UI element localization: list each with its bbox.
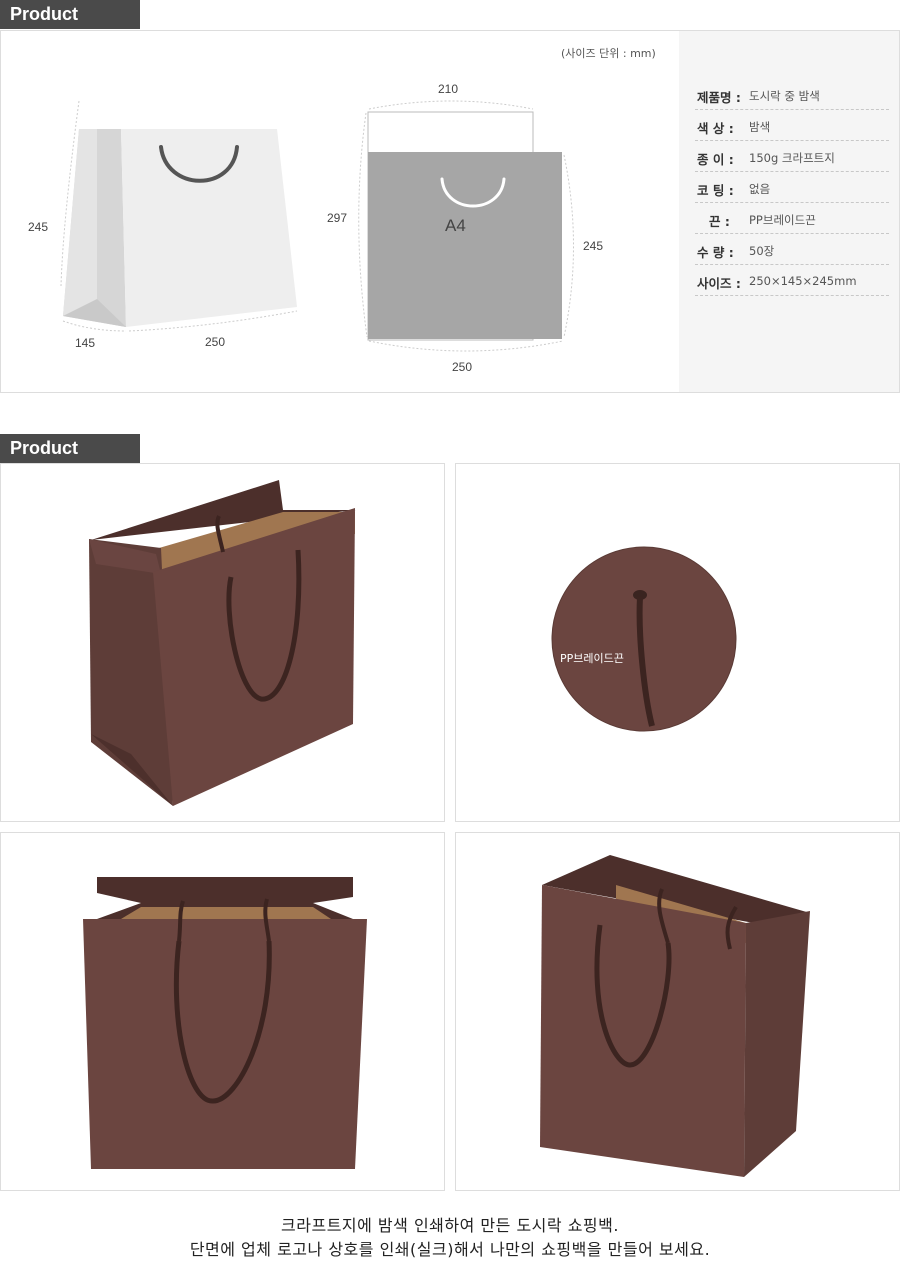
spec-row-handle: 끈 : PP브레이드끈: [695, 203, 889, 234]
spec-value: 밤색: [749, 120, 771, 134]
spec-label: 사이즈 :: [697, 276, 741, 291]
spec-row-paper: 종 이 : 150g 크라프트지: [695, 141, 889, 172]
spec-row-coating: 코 팅 : 없음: [695, 172, 889, 203]
footer-description-line-1: 크라프트지에 밤색 인쇄하여 만든 도시락 쇼핑백.: [281, 1216, 619, 1235]
product-photo-angled: [0, 463, 445, 822]
spec-value: 150g 크라프트지: [749, 151, 835, 165]
dimension-diagram: 245 145 250 210 297 A4 245 250: [28, 82, 603, 374]
dim-overlay-height: 245: [583, 239, 603, 253]
section-title-spec: Product spec.: [0, 0, 140, 53]
bag-outline-illustration: [60, 100, 298, 332]
dim-bag-width: 250: [205, 335, 225, 349]
section-title-detail: Product detail: [0, 434, 140, 487]
product-photo-front: [0, 832, 445, 1191]
dim-bag-height: 245: [28, 220, 48, 234]
spec-value: 250×145×245mm: [749, 274, 857, 288]
spec-label: 색 상 :: [697, 121, 734, 136]
spec-value: PP브레이드끈: [749, 213, 816, 227]
dim-bag-depth: 145: [75, 336, 95, 350]
spec-label: 끈 :: [709, 214, 730, 229]
bag-side-image: [540, 855, 810, 1177]
dim-a4-width: 210: [438, 82, 458, 96]
spec-table: 제품명 : 도시락 중 밤색 색 상 : 밤색 종 이 : 150g 크라프트지…: [679, 31, 899, 392]
spec-label: 수 량 :: [697, 245, 734, 260]
handle-zoom-image: [551, 546, 737, 732]
a4-comparison-illustration: [358, 100, 574, 352]
spec-label: 종 이 :: [697, 152, 734, 167]
spec-label: 제품명 :: [697, 90, 741, 105]
spec-row-name: 제품명 : 도시락 중 밤색: [695, 79, 889, 110]
dim-overlay-width: 250: [452, 360, 472, 374]
handle-zoom-label: PP브레이드끈: [560, 652, 624, 665]
spec-value: 없음: [749, 182, 771, 196]
spec-row-size: 사이즈 : 250×145×245mm: [695, 265, 889, 296]
dim-a4-height: 297: [327, 211, 347, 225]
product-photo-side: [455, 832, 900, 1191]
spec-row-quantity: 수 량 : 50장: [695, 234, 889, 265]
a4-label: A4: [445, 216, 466, 235]
bag-front-image: [83, 877, 367, 1169]
spec-value: 50장: [749, 244, 775, 258]
spec-label: 코 팅 :: [697, 183, 734, 198]
footer-description-line-2: 단면에 업체 로고나 상호를 인쇄(실크)해서 나만의 쇼핑백을 만들어 보세요…: [189, 1240, 711, 1259]
spec-row-color: 색 상 : 밤색: [695, 110, 889, 141]
bag-angled-image: [89, 480, 356, 806]
product-photo-handle-zoom: [455, 463, 900, 822]
spec-panel: 제품명 : 도시락 중 밤색 색 상 : 밤색 종 이 : 150g 크라프트지…: [0, 30, 900, 393]
spec-value: 도시락 중 밤색: [749, 89, 820, 103]
